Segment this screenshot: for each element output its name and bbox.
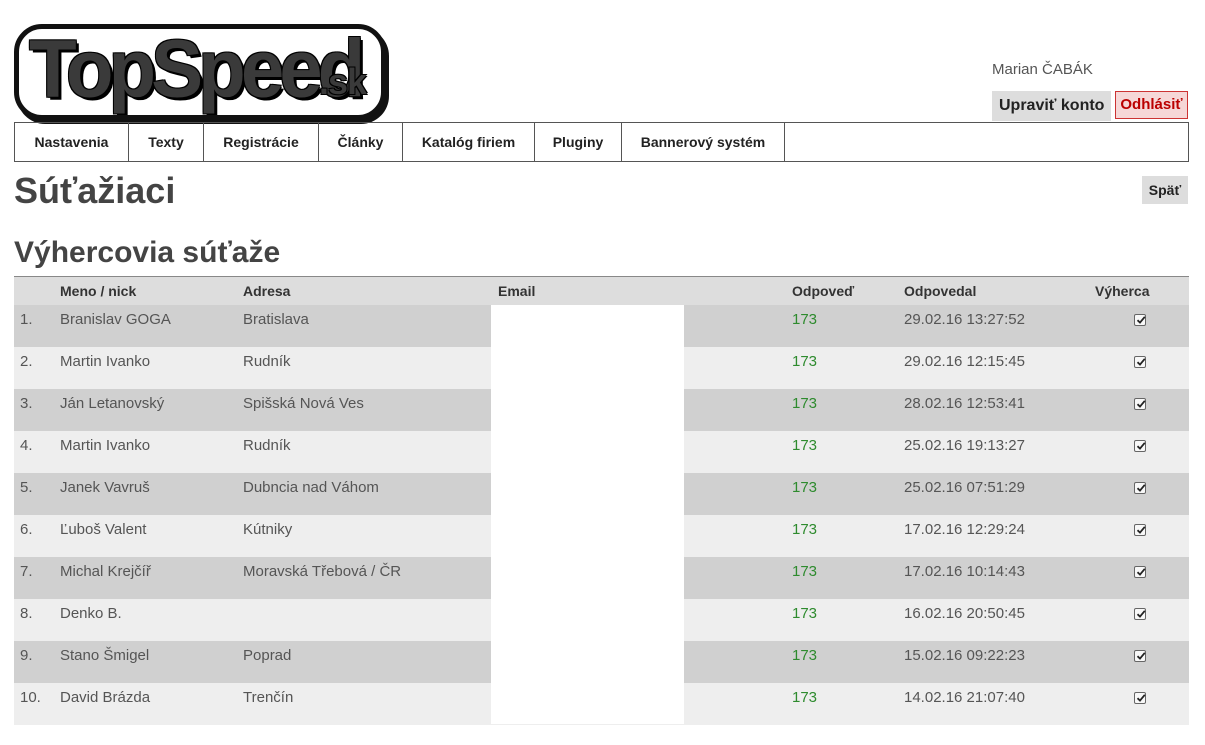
logo-text: TopSpeed xyxy=(29,24,365,115)
row-name: Denko B. xyxy=(60,605,122,622)
header-answer: Odpoveď xyxy=(792,283,855,299)
row-answered: 29.02.16 12:15:45 xyxy=(904,353,1025,370)
row-name: Martin Ivanko xyxy=(60,353,151,370)
row-answer: 173 xyxy=(792,353,818,370)
winner-checkbox[interactable] xyxy=(1134,314,1146,326)
row-name: Janek Vavruš xyxy=(60,479,150,496)
header-answered: Odpovedal xyxy=(904,283,977,299)
row-number: 4. xyxy=(20,437,33,454)
winner-checkbox[interactable] xyxy=(1134,608,1146,620)
row-answer: 173 xyxy=(792,563,818,580)
check-icon xyxy=(1136,694,1146,702)
row-number: 9. xyxy=(20,647,33,664)
row-name: Martin Ivanko xyxy=(60,437,151,454)
row-answered: 15.02.16 09:22:23 xyxy=(904,647,1025,664)
row-answered: 28.02.16 12:53:41 xyxy=(904,395,1025,412)
page-title: Súťažiaci xyxy=(14,170,176,211)
nav-item-pluginy[interactable]: Pluginy xyxy=(535,123,622,161)
row-address: Rudník xyxy=(243,437,291,454)
row-name: Michal Krejčíř xyxy=(60,563,151,580)
logout-button[interactable]: Odhlásiť xyxy=(1115,91,1188,119)
nav-item-texty[interactable]: Texty xyxy=(129,123,204,161)
header-address: Adresa xyxy=(243,283,291,299)
winner-checkbox[interactable] xyxy=(1134,440,1146,452)
check-icon xyxy=(1136,442,1146,450)
row-answer: 173 xyxy=(792,437,818,454)
row-number: 1. xyxy=(20,311,33,328)
winner-checkbox[interactable] xyxy=(1134,566,1146,578)
row-answered: 25.02.16 19:13:27 xyxy=(904,437,1025,454)
row-name: Branislav GOGA xyxy=(60,311,171,328)
check-icon xyxy=(1136,652,1146,660)
check-icon xyxy=(1136,526,1146,534)
section-title: Výhercovia súťaže xyxy=(14,236,281,269)
row-answer: 173 xyxy=(792,521,818,538)
site-logo[interactable]: TopSpeed .sk xyxy=(14,24,386,120)
main-nav: Nastavenia Texty Registrácie Články Kata… xyxy=(14,122,1189,162)
row-name: Ľuboš Valent xyxy=(60,521,147,538)
nav-item-nastavenia[interactable]: Nastavenia xyxy=(15,123,129,161)
row-answer: 173 xyxy=(792,395,818,412)
row-number: 8. xyxy=(20,605,33,622)
row-address: Kútniky xyxy=(243,521,293,538)
row-answer: 173 xyxy=(792,689,818,706)
header-winner: Výherca xyxy=(1095,283,1150,299)
winners-table: Meno / nick Adresa Email Odpoveď Odpoved… xyxy=(14,276,1189,725)
row-answer: 173 xyxy=(792,311,818,328)
row-number: 10. xyxy=(20,689,41,706)
nav-item-katalog-firiem[interactable]: Katalóg firiem xyxy=(403,123,535,161)
row-address: Moravská Třebová / ČR xyxy=(243,563,402,580)
winner-checkbox[interactable] xyxy=(1134,398,1146,410)
winner-checkbox[interactable] xyxy=(1134,650,1146,662)
row-answered: 16.02.16 20:50:45 xyxy=(904,605,1025,622)
row-answer: 173 xyxy=(792,605,818,622)
row-number: 3. xyxy=(20,395,33,412)
check-icon xyxy=(1136,400,1146,408)
header-name: Meno / nick xyxy=(60,283,137,299)
row-answered: 14.02.16 21:07:40 xyxy=(904,689,1025,706)
winner-checkbox[interactable] xyxy=(1134,482,1146,494)
nav-item-registracie[interactable]: Registrácie xyxy=(204,123,319,161)
row-answered: 17.02.16 10:14:43 xyxy=(904,563,1025,580)
winner-checkbox[interactable] xyxy=(1134,692,1146,704)
row-address: Trenčín xyxy=(243,689,294,706)
row-number: 5. xyxy=(20,479,33,496)
row-address: Rudník xyxy=(243,353,291,370)
back-button[interactable]: Späť xyxy=(1142,176,1188,204)
user-name: Marian ČABÁK xyxy=(992,61,1093,78)
row-number: 6. xyxy=(20,521,33,538)
winner-checkbox[interactable] xyxy=(1134,356,1146,368)
nav-item-bannerovy-system[interactable]: Bannerový systém xyxy=(622,123,785,161)
check-icon xyxy=(1136,568,1146,576)
email-column-redacted xyxy=(491,305,684,724)
row-name: Stano Šmigel xyxy=(60,647,150,664)
row-answered: 25.02.16 07:51:29 xyxy=(904,479,1025,496)
row-answered: 17.02.16 12:29:24 xyxy=(904,521,1025,538)
header-email: Email xyxy=(498,283,536,299)
check-icon xyxy=(1136,358,1146,366)
check-icon xyxy=(1136,484,1146,492)
logo-domain: .sk xyxy=(319,61,367,102)
table-header: Meno / nick Adresa Email Odpoveď Odpoved… xyxy=(14,277,1189,305)
row-number: 2. xyxy=(20,353,33,370)
row-answer: 173 xyxy=(792,479,818,496)
check-icon xyxy=(1136,316,1146,324)
row-answered: 29.02.16 13:27:52 xyxy=(904,311,1025,328)
row-address: Bratislava xyxy=(243,311,309,328)
edit-account-button[interactable]: Upraviť konto xyxy=(992,91,1112,121)
row-name: Ján Letanovský xyxy=(60,395,165,412)
row-name: David Brázda xyxy=(60,689,151,706)
row-number: 7. xyxy=(20,563,33,580)
check-icon xyxy=(1136,610,1146,618)
row-address: Dubncia nad Váhom xyxy=(243,479,379,496)
row-address: Poprad xyxy=(243,647,292,664)
winner-checkbox[interactable] xyxy=(1134,524,1146,536)
row-answer: 173 xyxy=(792,647,818,664)
row-address: Spišská Nová Ves xyxy=(243,395,364,412)
nav-item-clanky[interactable]: Články xyxy=(319,123,403,161)
